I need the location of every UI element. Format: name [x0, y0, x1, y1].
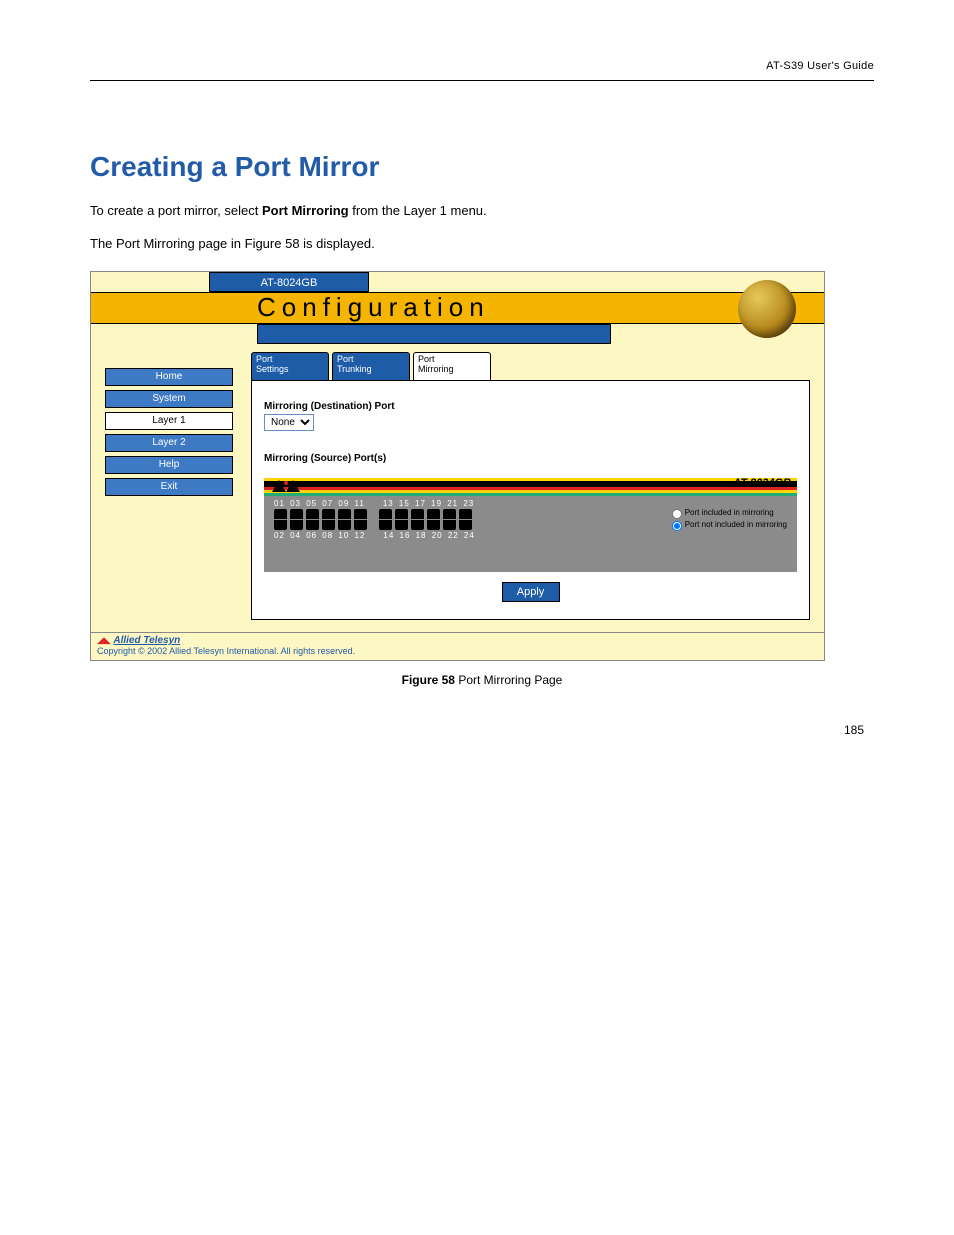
port-jack[interactable]: [322, 509, 335, 519]
port-jack[interactable]: [459, 520, 472, 530]
model-tab: AT-8024GB: [209, 272, 369, 292]
port-jack[interactable]: [395, 520, 408, 530]
blue-subband: [257, 324, 611, 344]
page-number: 185: [844, 723, 864, 737]
legend-excluded-radio[interactable]: [672, 521, 682, 531]
tab-bar: PortSettingsPortTrunkingPortMirroring: [251, 352, 810, 380]
tab-port-mirroring[interactable]: PortMirroring: [413, 352, 491, 380]
legend-excluded-label: Port not included in mirroring: [685, 521, 787, 530]
port-jack[interactable]: [274, 520, 287, 530]
port-jack[interactable]: [411, 520, 424, 530]
apply-button[interactable]: Apply: [502, 582, 560, 602]
dest-port-select[interactable]: None: [264, 414, 314, 431]
port-diagram: AT-8024GB 01 03 05 07 09 11 13 15 17 19 …: [264, 478, 797, 572]
running-head: AT-S39 User's Guide: [90, 60, 874, 81]
port-diagram-model: AT-8024GB: [733, 477, 791, 489]
port-jack[interactable]: [443, 520, 456, 530]
nav-item-home[interactable]: Home: [105, 368, 233, 386]
port-jack[interactable]: [395, 509, 408, 519]
globe-icon: [738, 280, 796, 338]
port-jack[interactable]: [274, 509, 287, 519]
intro-paragraph-2: The Port Mirroring page in Figure 58 is …: [90, 234, 874, 254]
source-ports-label: Mirroring (Source) Port(s): [264, 453, 797, 464]
port-jack[interactable]: [354, 520, 367, 530]
port-jack[interactable]: [379, 520, 392, 530]
nav-item-exit[interactable]: Exit: [105, 478, 233, 496]
dest-port-label: Mirroring (Destination) Port: [264, 401, 797, 412]
legend-included[interactable]: Port included in mirroring: [672, 509, 787, 519]
port-numbers-bottom: 02 04 06 08 10 12 14 16 18 20 22 24: [274, 531, 475, 540]
tab-port-settings[interactable]: PortSettings: [251, 352, 329, 380]
nav-item-layer-2[interactable]: Layer 2: [105, 434, 233, 452]
footer-copyright: Copyright © 2002 Allied Telesyn Internat…: [97, 646, 355, 656]
footer-brand: Allied Telesyn: [113, 635, 180, 646]
intro-text-suffix: from the Layer 1 menu.: [349, 203, 487, 218]
port-legend: Port included in mirroring Port not incl…: [672, 509, 787, 533]
legend-included-radio[interactable]: [672, 509, 682, 519]
screenshot-port-mirroring: AT-8024GB Configuration Home System Layer …: [90, 271, 825, 661]
port-jack[interactable]: [427, 520, 440, 530]
tab-port-trunking[interactable]: PortTrunking: [332, 352, 410, 380]
nav-item-layer-1[interactable]: Layer 1: [105, 412, 233, 430]
legend-included-label: Port included in mirroring: [685, 509, 774, 518]
port-jack[interactable]: [411, 509, 424, 519]
section-title: Creating a Port Mirror: [90, 151, 874, 183]
port-jack[interactable]: [306, 520, 319, 530]
nav-item-help[interactable]: Help: [105, 456, 233, 474]
port-jack[interactable]: [443, 509, 456, 519]
port-jack[interactable]: [338, 509, 351, 519]
legend-excluded[interactable]: Port not included in mirroring: [672, 521, 787, 531]
figure-caption: Figure 58 Port Mirroring Page: [90, 673, 874, 687]
port-jack[interactable]: [290, 509, 303, 519]
screenshot-footer: ◢◣ Allied Telesyn Copyright © 2002 Allie…: [91, 632, 824, 660]
footer-logo-icon: ◢◣: [97, 635, 111, 645]
figure-number: Figure 58: [402, 673, 455, 687]
port-jack[interactable]: [379, 509, 392, 519]
port-jack[interactable]: [322, 520, 335, 530]
port-jack[interactable]: [338, 520, 351, 530]
port-jack[interactable]: [459, 509, 472, 519]
intro-text-prefix: To create a port mirror, select: [90, 203, 262, 218]
port-jack[interactable]: [427, 509, 440, 519]
intro-paragraph-1: To create a port mirror, select Port Mir…: [90, 201, 874, 221]
figure-title: Port Mirroring Page: [455, 673, 562, 687]
port-numbers-top: 01 03 05 07 09 11 13 15 17 19 21 23: [274, 499, 475, 508]
panel-port-mirroring: Mirroring (Destination) Port None Mirror…: [251, 380, 810, 620]
nav-item-system[interactable]: System: [105, 390, 233, 408]
page-title: Configuration: [257, 292, 490, 323]
brand-mark-icon: [272, 480, 300, 492]
port-jack[interactable]: [306, 509, 319, 519]
sidebar-nav: Home System Layer 1 Layer 2 Help Exit: [105, 368, 233, 620]
port-jack[interactable]: [290, 520, 303, 530]
intro-bold: Port Mirroring: [262, 203, 349, 218]
port-jack[interactable]: [354, 509, 367, 519]
